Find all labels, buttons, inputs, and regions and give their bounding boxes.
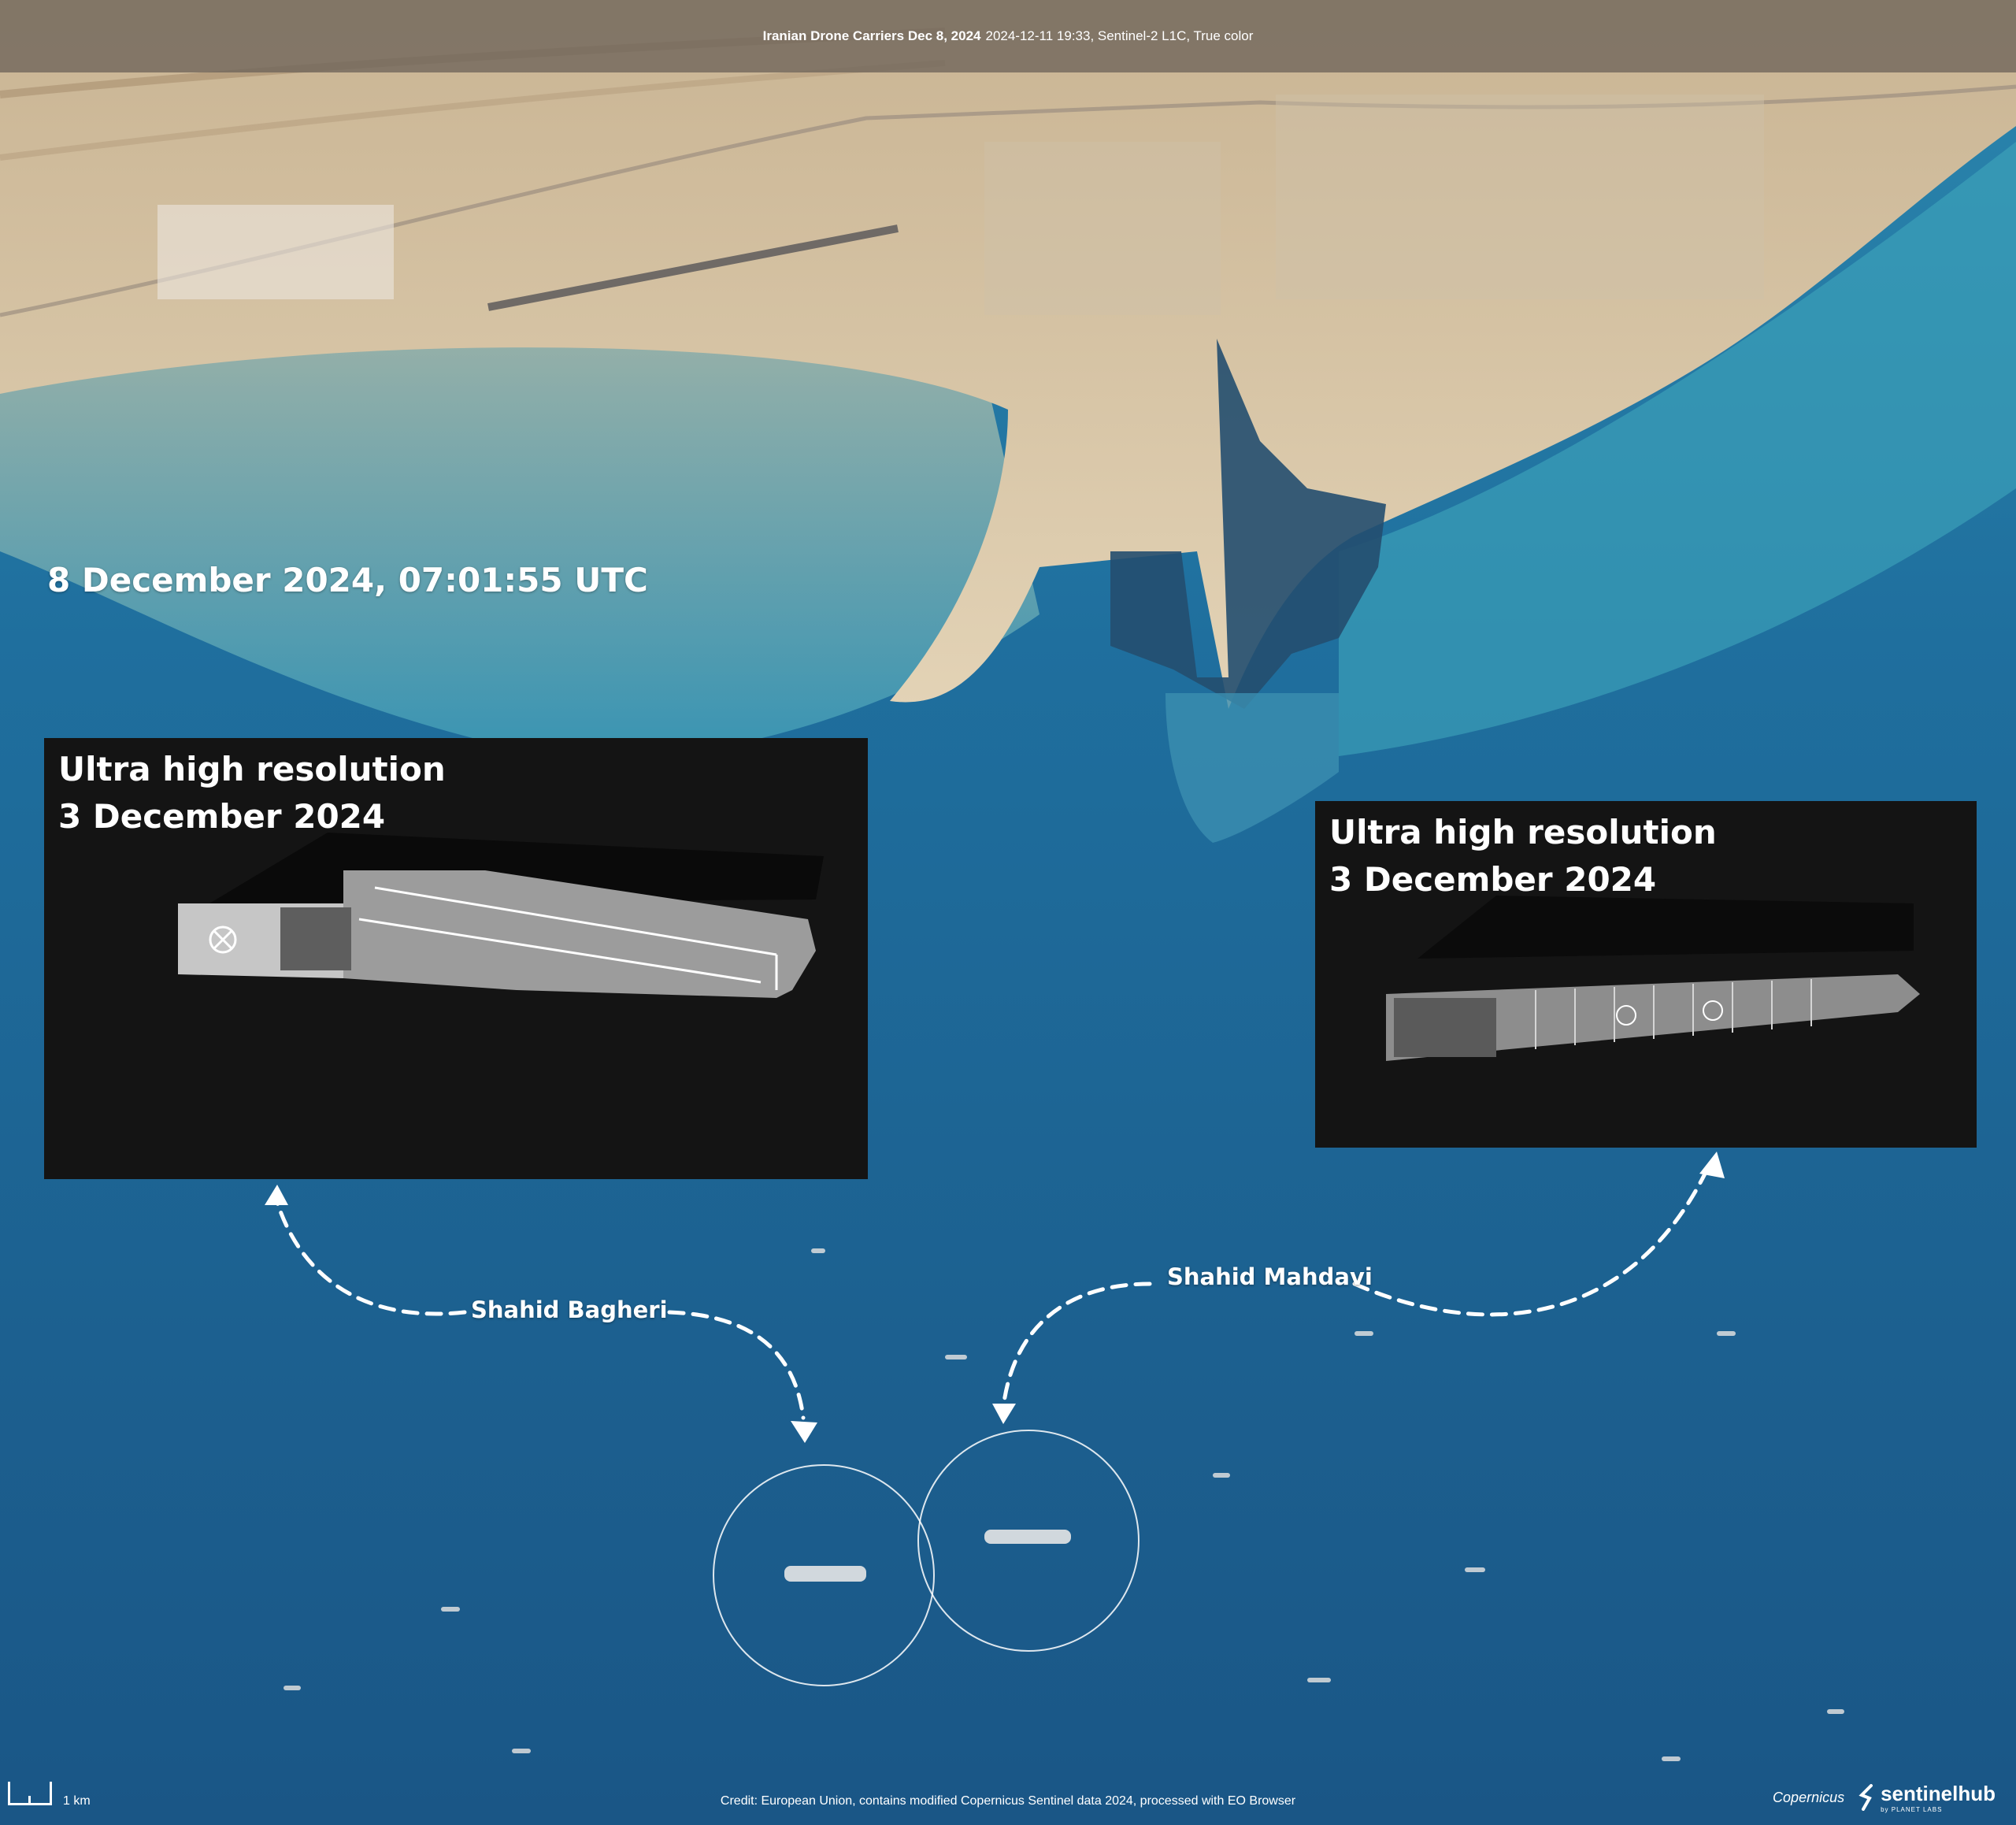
inset-title-line1: Ultra high resolution xyxy=(58,750,446,788)
image-credit: Credit: European Union, contains modifie… xyxy=(720,1794,1296,1808)
inset-title-left: Ultra high resolution 3 December 2024 xyxy=(58,746,446,840)
inset-title-line2: 3 December 2024 xyxy=(1329,860,1657,899)
inset-title-line1: Ultra high resolution xyxy=(1329,813,1717,851)
sentinelhub-subtitle: by PLANET LABS xyxy=(1881,1806,1943,1813)
target-ship-mahdavi xyxy=(984,1530,1071,1544)
title-bold: Iranian Drone Carriers Dec 8, 2024 xyxy=(762,28,981,43)
acquisition-date-label: 8 December 2024, 07:01:55 UTC xyxy=(47,561,648,599)
sentinelhub-logo: sentinelhub by PLANET LABS xyxy=(1858,1782,1996,1813)
inset-title-line2: 3 December 2024 xyxy=(58,797,386,836)
inset-title-right: Ultra high resolution 3 December 2024 xyxy=(1329,809,1717,903)
title-details: 2024-12-11 19:33, Sentinel-2 L1C, True c… xyxy=(985,28,1254,43)
inset-shahid-bagheri: Ultra high resolution 3 December 2024 xyxy=(44,738,868,1179)
sentinelhub-s-icon xyxy=(1858,1784,1873,1811)
provider-logos: Copernicus sentinelhub by PLANET LABS xyxy=(1773,1782,1996,1813)
label-shahid-mahdavi: Shahid Mahdavi xyxy=(1167,1263,1373,1290)
inset-shahid-mahdavi: Ultra high resolution 3 December 2024 xyxy=(1315,801,1977,1148)
target-ship-bagheri xyxy=(784,1566,866,1582)
title-bar: Iranian Drone Carriers Dec 8, 2024 2024-… xyxy=(0,0,2016,72)
sentinelhub-wordmark: sentinelhub xyxy=(1881,1782,1996,1805)
label-shahid-bagheri: Shahid Bagheri xyxy=(471,1296,668,1323)
copernicus-logo: Copernicus xyxy=(1773,1789,1845,1805)
